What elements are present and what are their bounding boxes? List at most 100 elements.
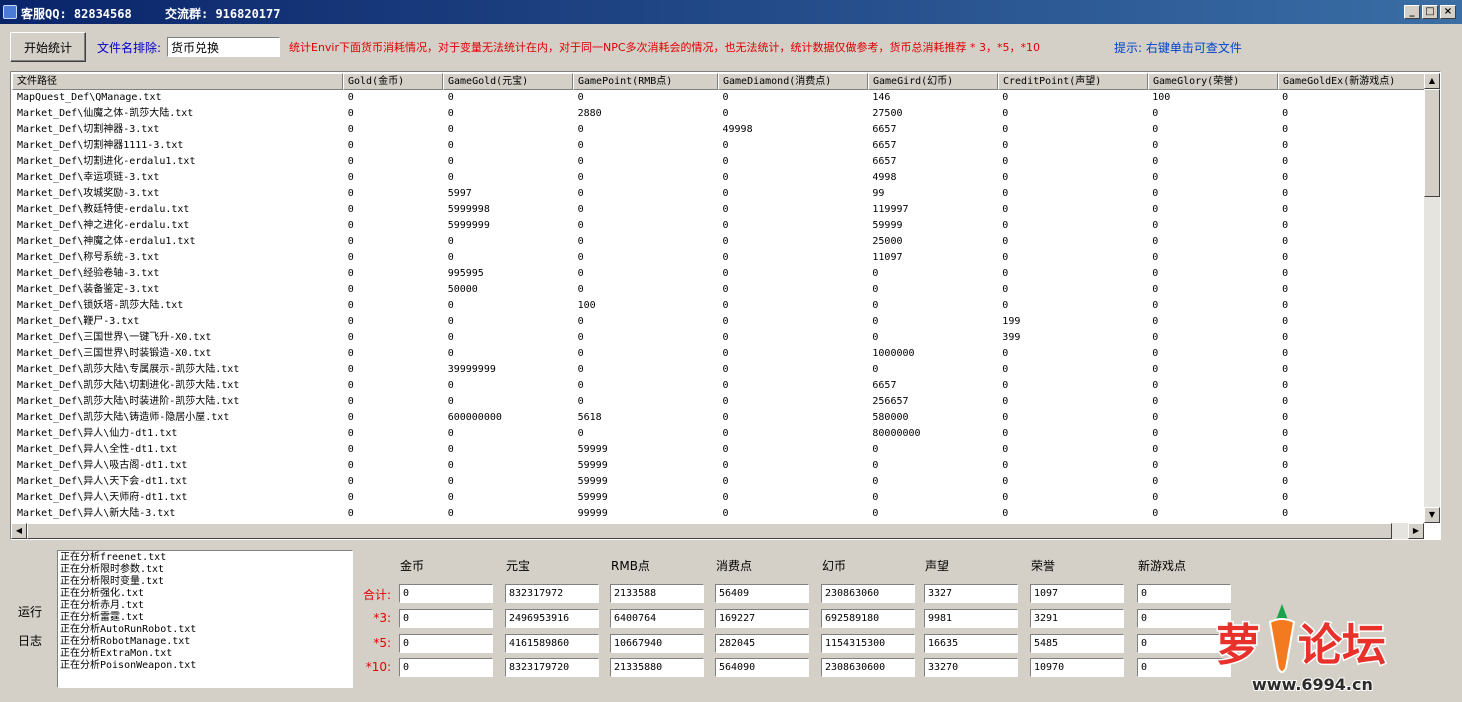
vertical-scrollbar[interactable]: ▲ ▼ [1424,73,1440,523]
table-row[interactable]: Market_Def\切割神器1111-3.txt 0 0 0 0 6657 0 0 0 [12,138,1426,154]
total-value-field[interactable]: 169227 [715,609,809,628]
table-row[interactable]: Market_Def\异人\天师府-dt1.txt 0 0 59999 0 0 0 0 0 [12,490,1426,506]
table-row[interactable]: Market_Def\切割进化-erdalu1.txt 0 0 0 0 6657 0 0 0 [12,154,1426,170]
total-value-field[interactable]: 1097 [1030,584,1124,603]
column-header[interactable]: Gold(金币) [343,73,443,90]
value-cell: 0 [1282,348,1289,359]
table-row[interactable]: Market_Def\仙魔之体-凯莎大陆.txt 0 0 2880 0 27500 0 0 0 [12,106,1426,122]
column-header[interactable]: GameGlory(荣誉) [1148,73,1278,90]
total-value-field[interactable]: 2308630600 [821,658,915,677]
scroll-down-icon[interactable]: ▼ [1424,507,1440,523]
table-row[interactable]: Market_Def\异人\全性-dt1.txt 0 0 59999 0 0 0 0 0 [12,442,1426,458]
total-value-field[interactable]: 3291 [1030,609,1124,628]
column-header[interactable]: GameGoldEx(新游戏点) [1278,73,1427,90]
value-cell: 0 [577,140,584,151]
total-value-field[interactable]: 33270 [924,658,1018,677]
window-controls: _ □ × [1404,5,1456,19]
scroll-up-icon[interactable]: ▲ [1424,73,1440,89]
table-row[interactable]: Market_Def\幸运项链-3.txt 0 0 0 0 4998 0 0 0 [12,170,1426,186]
table-row[interactable]: Market_Def\经验卷轴-3.txt 0 995995 0 0 0 0 0 0 [12,266,1426,282]
table-row[interactable]: Market_Def\三国世界\时装锻造-X0.txt 0 0 0 0 1000000 0 0… [12,346,1426,362]
log-line: 正在分析强化.txt [60,588,145,599]
total-value-field[interactable]: 21335880 [610,658,704,677]
vertical-scroll-thumb[interactable] [1424,89,1440,197]
total-value-field[interactable]: 6400764 [610,609,704,628]
total-value-field[interactable]: 0 [399,609,493,628]
table-row[interactable]: Market_Def\鞭尸-3.txt 0 0 0 0 0 199 0 0 [12,314,1426,330]
scroll-left-icon[interactable]: ◀ [11,523,27,539]
table-row[interactable]: Market_Def\神魔之体-erdalu1.txt 0 0 0 0 25000 0 0 0 [12,234,1426,250]
table-row[interactable]: Market_Def\异人\新大陆-3.txt 0 0 99999 0 0 0 0 0 [12,506,1426,522]
table-row[interactable]: Market_Def\凯莎大陆\切割进化-凯莎大陆.txt 0 0 0 0 6657 0 0 0 [12,378,1426,394]
total-value-field[interactable]: 2496953916 [505,609,599,628]
total-value-field[interactable]: 4161589860 [505,634,599,653]
totals-column-header: 金币 [400,559,425,573]
table-row[interactable]: Market_Def\教廷特使-erdalu.txt 0 5999998 0 0 1199… [12,202,1426,218]
close-button[interactable]: × [1440,5,1456,19]
total-value-field[interactable]: 564090 [715,658,809,677]
column-header[interactable]: 文件路径 [12,73,343,90]
column-header[interactable]: GameDiamond(消费点) [718,73,868,90]
total-value-field[interactable]: 230863060 [821,584,915,603]
total-value-field[interactable]: 10667940 [610,634,704,653]
value-cell: 0 [872,284,879,295]
table-row[interactable]: Market_Def\凯莎大陆\专属展示-凯莎大陆.txt 0 39999999 0 0… [12,362,1426,378]
total-value-field[interactable]: 692589180 [821,609,915,628]
value-cell: 0 [1002,508,1009,519]
total-value-field[interactable]: 0 [399,634,493,653]
total-value-field[interactable]: 0 [399,584,493,603]
table-row[interactable]: Market_Def\异人\天下会-dt1.txt 0 0 59999 0 0 0 0 0 [12,474,1426,490]
listview-body[interactable]: MapQuest_Def\QManage.txt 0 0 0 0 146 0 100 0 Mark… [12,90,1426,523]
horizontal-scrollbar[interactable]: ◀ ▶ [11,523,1424,539]
table-row[interactable]: Market_Def\锁妖塔-凯莎大陆.txt 0 0 100 0 0 0 0 0 [12,298,1426,314]
maximize-button[interactable]: □ [1422,5,1438,19]
file-path-cell: Market_Def\异人\天下会-dt1.txt [17,476,188,487]
value-cell: 0 [447,428,454,439]
value-cell: 0 [722,444,729,455]
column-header[interactable]: GamePoint(RMB点) [573,73,718,90]
value-cell: 0 [347,236,354,247]
value-cell: 0 [1282,252,1289,263]
column-header[interactable]: CreditPoint(声望) [998,73,1148,90]
total-value-field[interactable]: 2133588 [610,584,704,603]
column-header[interactable]: GameGird(幻币) [868,73,998,90]
table-row[interactable]: Market_Def\凯莎大陆\铸造师-隐居小屋.txt 0 600000000 56… [12,410,1426,426]
total-value-field[interactable]: 5485 [1030,634,1124,653]
total-value-field[interactable]: 282045 [715,634,809,653]
minimize-button[interactable]: _ [1404,5,1420,19]
total-value-field[interactable]: 1154315300 [821,634,915,653]
start-stats-button[interactable]: 开始统计 [10,32,86,62]
total-value-field[interactable]: 0 [399,658,493,677]
total-value-field[interactable]: 832317972 [505,584,599,603]
total-value-field[interactable]: 56409 [715,584,809,603]
total-value-field[interactable]: 10970 [1030,658,1124,677]
total-value-field[interactable]: 8323179720 [505,658,599,677]
value-cell: 0 [1152,476,1159,487]
value-cell: 0 [1152,268,1159,279]
column-header[interactable]: GameGold(元宝) [443,73,573,90]
scroll-right-icon[interactable]: ▶ [1408,523,1424,539]
horizontal-scroll-thumb[interactable] [27,523,1392,539]
exclude-input[interactable] [167,37,280,57]
totals-column-header: 消费点 [716,559,753,573]
table-row[interactable]: Market_Def\称号系统-3.txt 0 0 0 0 11097 0 0 0 [12,250,1426,266]
value-cell: 0 [577,284,584,295]
table-row[interactable]: Market_Def\异人\仙力-dt1.txt 0 0 0 0 80000000 0 0 0 [12,426,1426,442]
total-value-field[interactable]: 16635 [924,634,1018,653]
results-listview[interactable]: 文件路径 Gold(金币) GameGold(元宝) GamePoint(RMB点) G… [10,71,1441,540]
value-cell: 0 [722,348,729,359]
table-row[interactable]: MapQuest_Def\QManage.txt 0 0 0 0 146 0 100 0 [12,90,1426,106]
table-row[interactable]: Market_Def\三国世界\一键飞升-X0.txt 0 0 0 0 0 399 0 0 [12,330,1426,346]
totals-row-label: *10: [365,660,391,674]
table-row[interactable]: Market_Def\异人\吸古阁-dt1.txt 0 0 59999 0 0 0 0 0 [12,458,1426,474]
value-cell: 0 [347,460,354,471]
table-row[interactable]: Market_Def\神之进化-erdalu.txt 0 5999999 0 0 5999… [12,218,1426,234]
value-cell: 0 [577,428,584,439]
table-row[interactable]: Market_Def\装备鉴定-3.txt 0 50000 0 0 0 0 0 0 [12,282,1426,298]
log-textarea[interactable]: 正在分析freenet.txt 正在分析限时参数.txt 正在分析限时变量.txt 正… [57,550,353,688]
total-value-field[interactable]: 3327 [924,584,1018,603]
total-value-field[interactable]: 9981 [924,609,1018,628]
table-row[interactable]: Market_Def\攻城奖励-3.txt 0 5997 0 0 99 0 0 0 [12,186,1426,202]
table-row[interactable]: Market_Def\切割神器-3.txt 0 0 0 49998 6657 0 0 0 [12,122,1426,138]
table-row[interactable]: Market_Def\凯莎大陆\时装进阶-凯莎大陆.txt 0 0 0 0 256657 0… [12,394,1426,410]
